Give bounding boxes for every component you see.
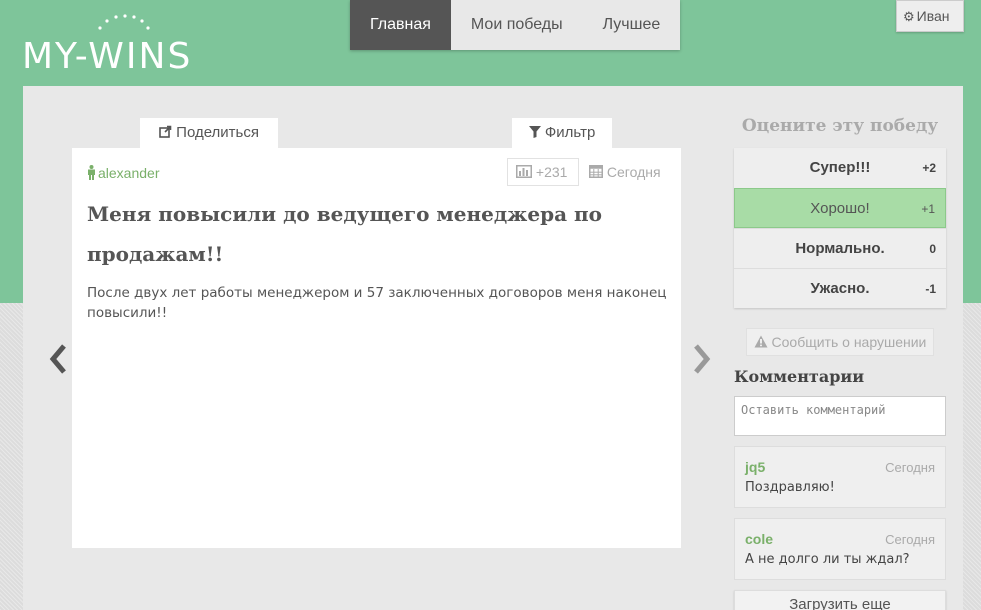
post-body: После двух лет работы менеджером и 57 за… [87,285,667,321]
post-author-name: alexander [98,165,160,181]
rating-option-terrible[interactable]: Ужасно. -1 [734,268,946,308]
gear-icon: ⚙ [903,9,915,24]
report-button[interactable]: Сообщить о нарушении [746,328,934,356]
comment-user[interactable]: cole [745,531,773,547]
rating-option-points: +1 [921,202,935,216]
main-nav: Главная Мои победы Лучшее [350,0,681,50]
comment-date: Сегодня [885,532,935,547]
nav-item-best[interactable]: Лучшее [583,0,681,50]
comment-input[interactable] [734,396,946,436]
share-icon [159,125,172,138]
rating-option-label: Нормально. [795,240,885,257]
crown-dots-icon [98,14,150,30]
nav-item-home[interactable]: Главная [350,0,451,50]
rating-option-points: 0 [929,242,936,256]
next-post-arrow-icon[interactable] [690,342,714,376]
rating-option-label: Супер!!! [809,159,871,176]
comment-date: Сегодня [885,460,935,475]
post-title: Меня повысили до ведущего менеджера по п… [87,202,602,266]
filter-icon [528,126,541,138]
load-more-button[interactable]: Загрузить еще [734,590,946,610]
rating-list: Супер!!! +2 Хорошо! +1 Нормально. 0 Ужас… [734,148,946,308]
report-label: Сообщить о нарушении [771,334,927,350]
bar-chart-icon [516,165,532,178]
comments-title: Комментарии [734,367,865,386]
person-icon [88,165,95,180]
filter-label: Фильтр [544,124,596,141]
post-date-text: Сегодня [606,164,661,180]
comment-user[interactable]: jq5 [745,459,765,475]
rating-title: Оцените эту победу [741,116,939,136]
rating-option-normal[interactable]: Нормально. 0 [734,228,946,268]
rating-option-label: Хорошо! [810,200,870,217]
rating-option-good[interactable]: Хорошо! +1 [734,188,946,228]
rating-option-super[interactable]: Супер!!! +2 [734,148,946,188]
comment-item: cole Сегодня А не долго ли ты ждал? [734,518,946,580]
logo-text: MY-WINS [22,36,193,77]
post-author[interactable]: alexander [87,165,160,181]
comment-text: А не долго ли ты ждал? [745,552,910,567]
warning-icon [754,335,768,348]
post-card: alexander +231 Сегодня Меня повысили до … [72,148,681,548]
filter-button[interactable]: Фильтр [512,118,612,148]
nav-item-my-wins[interactable]: Мои победы [451,0,583,50]
logo[interactable]: MY-WINS [22,14,212,77]
prev-post-arrow-icon[interactable] [46,342,70,376]
user-name: Иван [916,8,950,24]
comment-text: Поздравляю! [745,480,835,495]
post-date: Сегодня [589,164,661,180]
rating-option-points: +2 [922,161,936,175]
post-score: +231 [507,158,579,186]
calendar-icon [589,165,603,178]
rating-option-points: -1 [925,282,936,296]
rating-option-label: Ужасно. [810,280,870,297]
post-score-value: +231 [535,164,568,180]
user-menu-button[interactable]: ⚙ Иван [896,0,964,32]
comment-item: jq5 Сегодня Поздравляю! [734,446,946,508]
share-button[interactable]: Поделиться [140,118,278,148]
share-label: Поделиться [176,124,259,141]
